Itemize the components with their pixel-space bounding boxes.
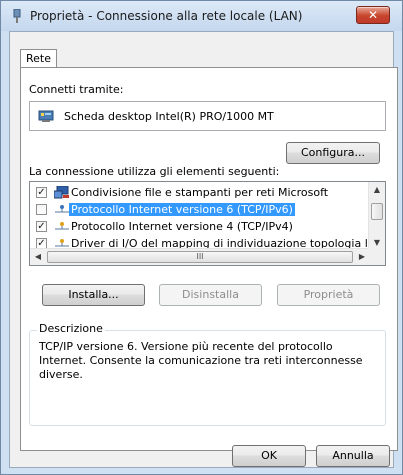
checkbox[interactable]: ✓ [36, 221, 47, 232]
vertical-scroll-thumb[interactable] [371, 203, 383, 220]
properties-dialog: Proprietà - Connessione alla rete locale… [0, 0, 403, 475]
tab-rete[interactable]: Rete [20, 49, 57, 68]
network-service-icon [54, 186, 69, 199]
list-item-label: Condivisione file e stampanti per reti M… [71, 186, 329, 199]
network-cable-icon [13, 9, 21, 23]
components-list[interactable]: ✓ Condivisione file e stampanti per reti… [29, 181, 386, 266]
list-item[interactable]: ✓ Protocollo Internet versione 4 (TCP/IP… [30, 218, 370, 235]
network-adapter-icon [38, 110, 54, 122]
protocol-icon [55, 205, 69, 213]
vertical-scrollbar[interactable]: ▲ ▼ [368, 182, 385, 250]
list-item[interactable]: Protocollo Internet versione 6 (TCP/IPv6… [30, 201, 370, 218]
items-label: La connessione utilizza gli elementi seg… [29, 165, 280, 178]
adapter-box: Scheda desktop Intel(R) PRO/1000 MT [29, 101, 386, 131]
close-button[interactable]: ✕ [356, 6, 390, 24]
window-title: Proprietà - Connessione alla rete locale… [30, 9, 303, 23]
properties-button[interactable]: Proprietà [277, 284, 380, 306]
list-item[interactable]: ✓ Condivisione file e stampanti per reti… [30, 184, 370, 201]
ok-button[interactable]: OK [232, 445, 306, 467]
adapter-name: Scheda desktop Intel(R) PRO/1000 MT [64, 110, 274, 123]
scroll-up-arrow-icon[interactable]: ▲ [369, 185, 385, 194]
description-legend: Descrizione [37, 322, 105, 335]
horizontal-scroll-thumb[interactable]: III [47, 251, 353, 263]
connect-using-label: Connetti tramite: [29, 83, 124, 96]
description-text: TCP/IP versione 6. Versione più recente … [39, 340, 363, 381]
cancel-button[interactable]: Annulla [316, 445, 390, 467]
title-bar[interactable]: Proprietà - Connessione alla rete locale… [1, 1, 402, 31]
list-item-label: Protocollo Internet versione 6 (TCP/IPv6… [69, 203, 295, 216]
uninstall-button[interactable]: Disinstalla [159, 284, 262, 306]
checkbox[interactable]: ✓ [36, 187, 47, 198]
checkbox[interactable] [36, 204, 47, 215]
list-item-label: Protocollo Internet versione 4 (TCP/IPv4… [71, 220, 293, 233]
scroll-down-arrow-icon[interactable]: ▼ [369, 238, 385, 247]
scroll-left-arrow-icon[interactable]: ◀ [30, 252, 46, 261]
configure-button[interactable]: Configura... [286, 142, 380, 164]
horizontal-scrollbar[interactable]: ◀ III ▶ [30, 248, 370, 265]
protocol-icon [55, 222, 69, 230]
scrollbar-corner [368, 248, 385, 265]
install-button[interactable]: Installa... [42, 284, 145, 306]
